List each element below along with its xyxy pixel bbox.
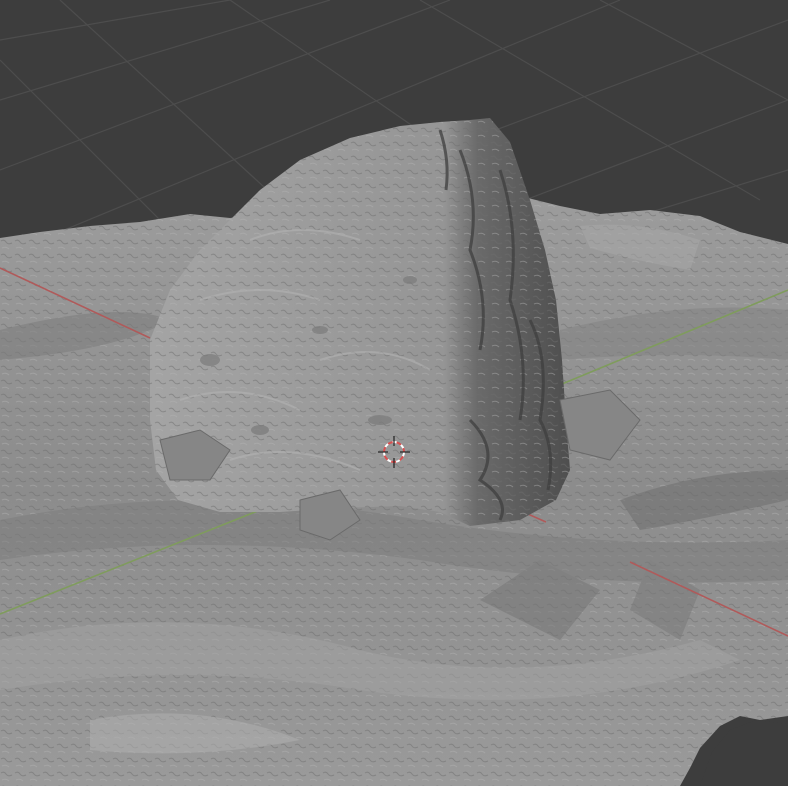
viewport-canvas[interactable] (0, 0, 788, 786)
3d-viewport[interactable] (0, 0, 788, 786)
